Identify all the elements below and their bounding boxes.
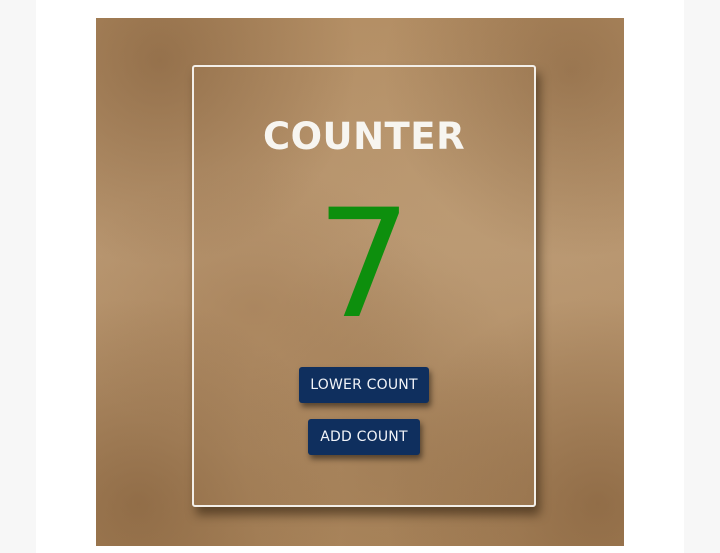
right-margin-strip (684, 0, 720, 553)
lower-count-button[interactable]: LOWER COUNT (299, 367, 429, 403)
counter-card: COUNTER 7 LOWER COUNT ADD COUNT (192, 65, 536, 507)
count-value: 7 (316, 178, 412, 352)
paper-background: COUNTER 7 LOWER COUNT ADD COUNT (96, 18, 624, 546)
left-margin-strip (0, 0, 36, 553)
counter-title: COUNTER (262, 115, 466, 158)
add-count-button[interactable]: ADD COUNT (308, 419, 420, 455)
